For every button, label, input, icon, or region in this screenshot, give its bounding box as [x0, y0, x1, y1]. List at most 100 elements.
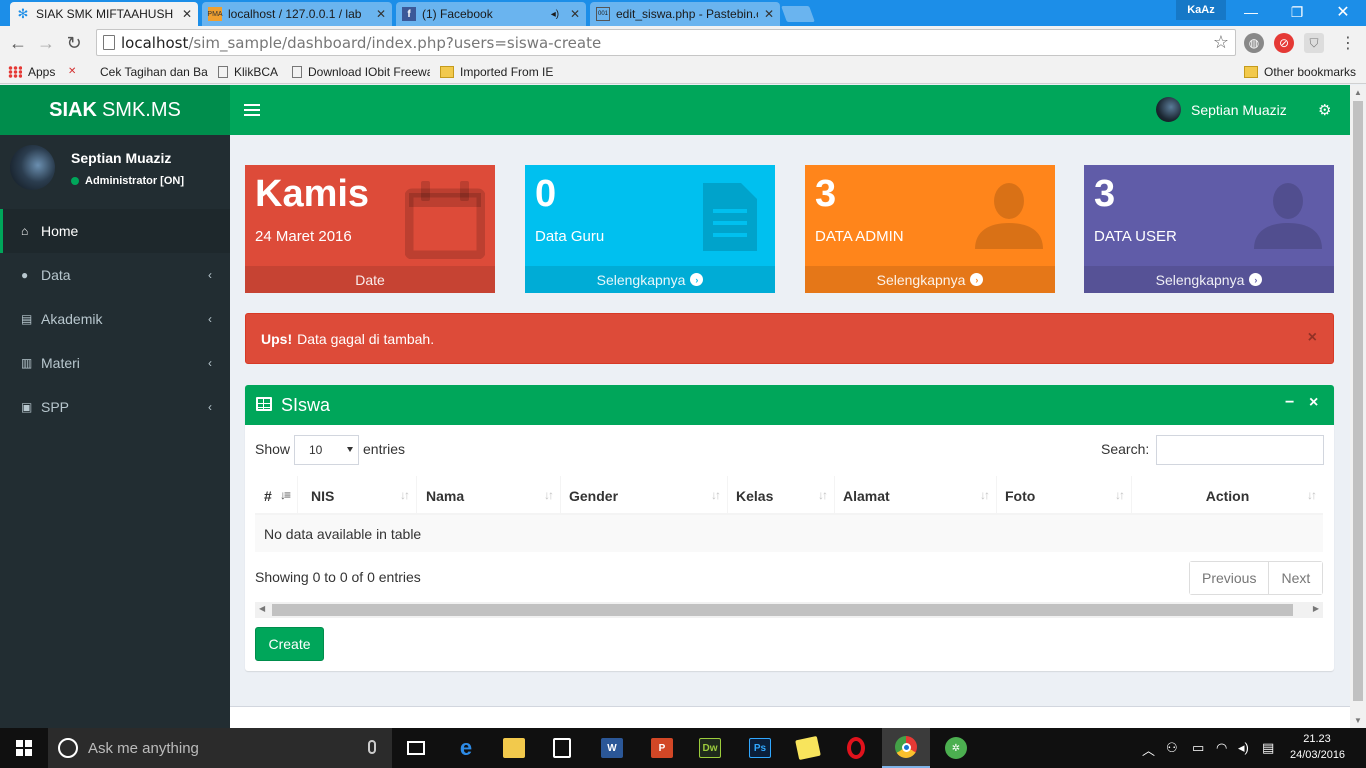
- sidebar-item-spp[interactable]: ▣ SPP ‹: [0, 385, 230, 429]
- page-length-select[interactable]: 10: [294, 435, 359, 465]
- entries-label: entries: [363, 441, 406, 457]
- browser-tab-facebook[interactable]: f (1) Facebook ◂) ✕: [396, 2, 586, 26]
- back-arrow-icon[interactable]: ←: [6, 30, 30, 56]
- app-logo[interactable]: SIAK SMK.MS: [0, 85, 230, 135]
- browser-tab-phpmyadmin[interactable]: PMA localhost / 127.0.0.1 / lab ✕: [202, 2, 392, 26]
- logo-bold: SIAK: [49, 98, 97, 121]
- reload-icon[interactable]: ↻: [62, 30, 86, 56]
- forward-arrow-icon[interactable]: →: [34, 30, 58, 56]
- next-page-button[interactable]: Next: [1268, 562, 1323, 594]
- avatar: [1156, 97, 1181, 122]
- address-bar[interactable]: localhost/sim_sample/dashboard/index.php…: [96, 29, 1236, 56]
- scroll-right-icon[interactable]: ▶: [1313, 604, 1319, 613]
- chrome-menu-icon[interactable]: ⋮: [1338, 33, 1358, 53]
- scroll-down-icon[interactable]: ▼: [1354, 716, 1362, 725]
- browser-tab-pastebin[interactable]: 001 edit_siswa.php - Pastebin.com ✕: [590, 2, 780, 26]
- dreamweaver-icon[interactable]: Dw: [694, 732, 726, 764]
- cortana-search-box[interactable]: Ask me anything: [48, 728, 392, 768]
- extension-shield-icon[interactable]: ⛉: [1304, 33, 1324, 53]
- network-tray-icon[interactable]: ⚇: [1166, 740, 1178, 756]
- column-header-number[interactable]: # ↓≡: [255, 476, 298, 515]
- chevron-up-icon[interactable]: ︿: [1142, 740, 1155, 759]
- photoshop-icon[interactable]: Ps: [744, 732, 776, 764]
- close-tab-icon[interactable]: ✕: [182, 7, 192, 21]
- table-horizontal-scrollbar[interactable]: ◀ ▶: [255, 602, 1323, 618]
- close-alert-icon[interactable]: ×: [1308, 329, 1317, 347]
- column-header-action[interactable]: Action ↓↑: [1132, 476, 1323, 515]
- app-green-icon[interactable]: ✲: [940, 732, 972, 764]
- collapse-box-button[interactable]: −: [1285, 394, 1294, 412]
- more-info-link-guru[interactable]: Selengkapnya ›: [525, 266, 775, 293]
- task-view-icon[interactable]: [400, 732, 432, 764]
- column-header-gender[interactable]: Gender ↓↑: [561, 476, 728, 515]
- powerpoint-icon[interactable]: P: [646, 732, 678, 764]
- new-tab-button[interactable]: [781, 6, 815, 22]
- column-header-nama[interactable]: Nama ↓↑: [417, 476, 561, 515]
- battery-icon[interactable]: ▭: [1192, 740, 1204, 756]
- bookmark-iobit[interactable]: Download IObit Freeware: [292, 63, 430, 81]
- scroll-up-icon[interactable]: ▲: [1354, 88, 1362, 97]
- previous-page-button[interactable]: Previous: [1190, 562, 1269, 594]
- profile-badge[interactable]: KaAz: [1176, 0, 1226, 20]
- url-path: /sim_sample/dashboard/index.php?users=si…: [188, 33, 602, 52]
- sidebar-item-akademik[interactable]: ▤ Akademik ‹: [0, 297, 230, 341]
- start-button[interactable]: [0, 728, 48, 768]
- bookmark-other[interactable]: Other bookmarks: [1244, 63, 1356, 81]
- scrollbar-thumb[interactable]: [272, 604, 1293, 616]
- close-window-button[interactable]: ✕: [1320, 0, 1366, 24]
- extension-globe-icon[interactable]: ◍: [1244, 33, 1264, 53]
- bebas-bayar-icon: ✕: [68, 66, 77, 77]
- notifications-icon[interactable]: ▤: [1262, 740, 1274, 756]
- browser-tab-siak[interactable]: ✻ SIAK SMK MIFTAAHUSH SHOLIHIN ✕: [10, 2, 198, 26]
- folder-icon: [440, 66, 454, 78]
- sidebar-item-data[interactable]: ● Data ‹: [0, 253, 230, 297]
- store-icon[interactable]: [546, 732, 578, 764]
- navbar-user-menu[interactable]: Septian Muaziz: [1156, 97, 1287, 122]
- close-tab-icon[interactable]: ✕: [570, 7, 580, 21]
- wifi-icon[interactable]: ◠: [1216, 740, 1227, 756]
- sidebar-toggle-icon[interactable]: [244, 100, 260, 120]
- file-explorer-icon[interactable]: [498, 732, 530, 764]
- restore-window-button[interactable]: ❐: [1274, 0, 1320, 24]
- column-header-kelas[interactable]: Kelas ↓↑: [728, 476, 835, 515]
- word-icon[interactable]: W: [596, 732, 628, 764]
- bookmark-apps[interactable]: Apps: [8, 63, 55, 81]
- microphone-icon[interactable]: [368, 740, 376, 754]
- bookmark-imported-ie[interactable]: Imported From IE: [440, 63, 553, 81]
- browser-toolbar: ← → ↻ localhost/sim_sample/dashboard/ind…: [0, 26, 1366, 60]
- bookmark-star-icon[interactable]: ☆: [1213, 32, 1229, 53]
- scroll-left-icon[interactable]: ◀: [259, 604, 265, 613]
- create-button[interactable]: Create: [255, 627, 324, 661]
- tab-title: localhost / 127.0.0.1 / lab: [228, 7, 362, 21]
- chrome-icon[interactable]: [882, 728, 930, 768]
- scrollbar-thumb[interactable]: [1353, 101, 1363, 701]
- column-header-foto[interactable]: Foto ↓↑: [997, 476, 1132, 515]
- page-vertical-scrollbar[interactable]: ▲ ▼: [1350, 85, 1366, 728]
- extension-block-icon[interactable]: ⊘: [1274, 33, 1294, 53]
- more-info-link-admin[interactable]: Selengkapnya ›: [805, 266, 1055, 293]
- dropdown-caret-icon: [347, 447, 353, 452]
- bookmark-klikbca[interactable]: KlikBCA: [218, 63, 278, 81]
- sticky-notes-icon[interactable]: [792, 732, 824, 764]
- online-dot-icon: [71, 177, 79, 185]
- close-tab-icon[interactable]: ✕: [376, 7, 386, 21]
- column-header-nis[interactable]: NIS ↓↑: [298, 476, 417, 515]
- taskbar-clock[interactable]: 21.23 24/03/2016: [1290, 731, 1345, 763]
- close-tab-icon[interactable]: ✕: [764, 7, 774, 21]
- edge-icon[interactable]: e: [450, 732, 482, 764]
- bookmark-cek-tagihan[interactable]: ✕ Cek Tagihan dan Bayar: [68, 63, 208, 81]
- volume-icon[interactable]: ◂): [1238, 740, 1249, 756]
- sidebar-item-home[interactable]: ⌂ Home: [0, 209, 230, 253]
- page-icon: [218, 66, 228, 78]
- column-header-alamat[interactable]: Alamat ↓↑: [835, 476, 997, 515]
- speaker-icon[interactable]: ◂): [548, 7, 562, 21]
- alert-strong: Ups!: [261, 330, 293, 347]
- opera-icon[interactable]: [840, 732, 872, 764]
- minimize-window-button[interactable]: —: [1228, 0, 1274, 24]
- search-input[interactable]: [1156, 435, 1324, 465]
- remove-box-button[interactable]: ×: [1309, 394, 1318, 412]
- sidebar-item-materi[interactable]: ▥ Materi ‹: [0, 341, 230, 385]
- gears-icon[interactable]: ⚙: [1318, 101, 1331, 119]
- more-info-link-user[interactable]: Selengkapnya ›: [1084, 266, 1334, 293]
- pagination: Previous Next: [1189, 561, 1324, 595]
